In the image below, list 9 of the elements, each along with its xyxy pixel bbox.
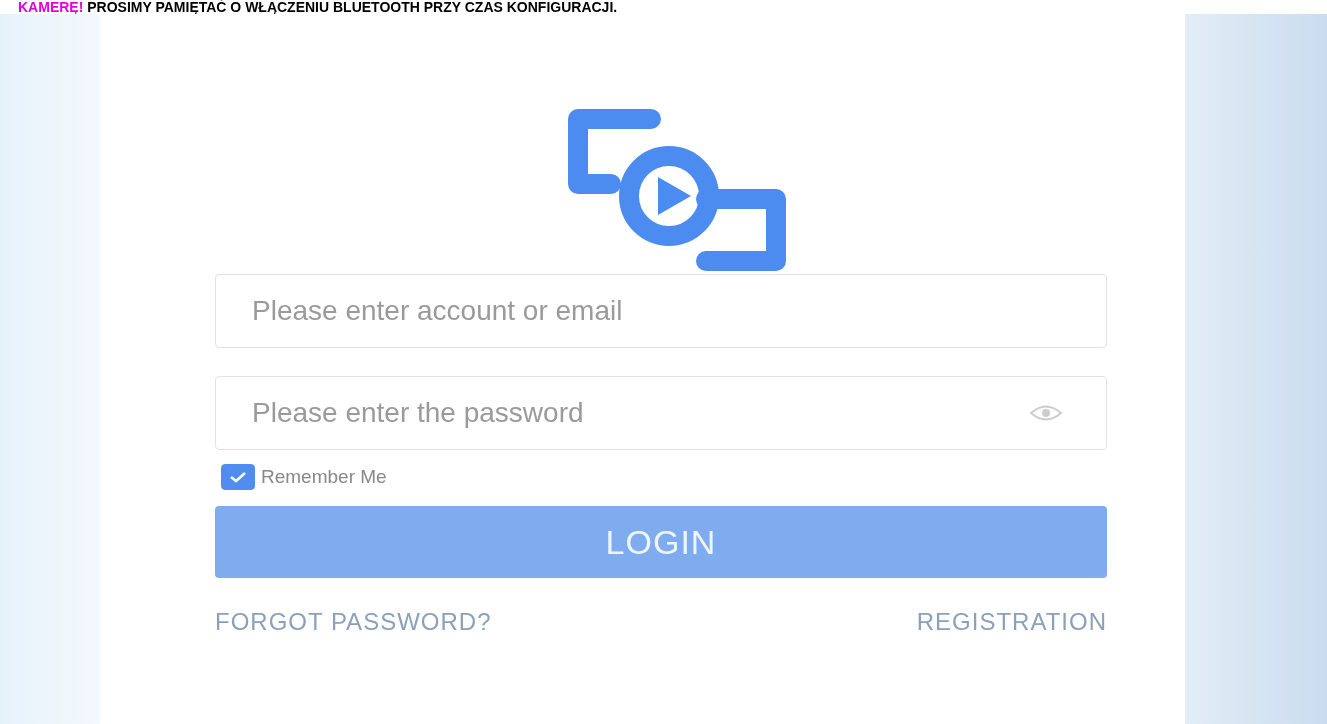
- checkmark-icon: [229, 471, 247, 483]
- text-link[interactable]: REGISTRATION: [916, 608, 1107, 636]
- remember-checkbox[interactable]: [221, 464, 255, 490]
- text-link[interactable]: FORGOT PASSWORD?: [215, 608, 492, 636]
- remember-label: Remember Me: [261, 466, 387, 488]
- account-field[interactable]: Please enter account or email: [215, 274, 1107, 348]
- warning-banner-text: KAMERĘ! PROSIMY PAMIĘTAĆ O WŁĄCZENIU BLUETOOTH PRZY CZAS KONFIGURACJI.: [17, 0, 619, 14]
- login-button[interactable]: LOGIN: [215, 506, 1107, 578]
- password-field[interactable]: Please enter the password: [215, 376, 1107, 450]
